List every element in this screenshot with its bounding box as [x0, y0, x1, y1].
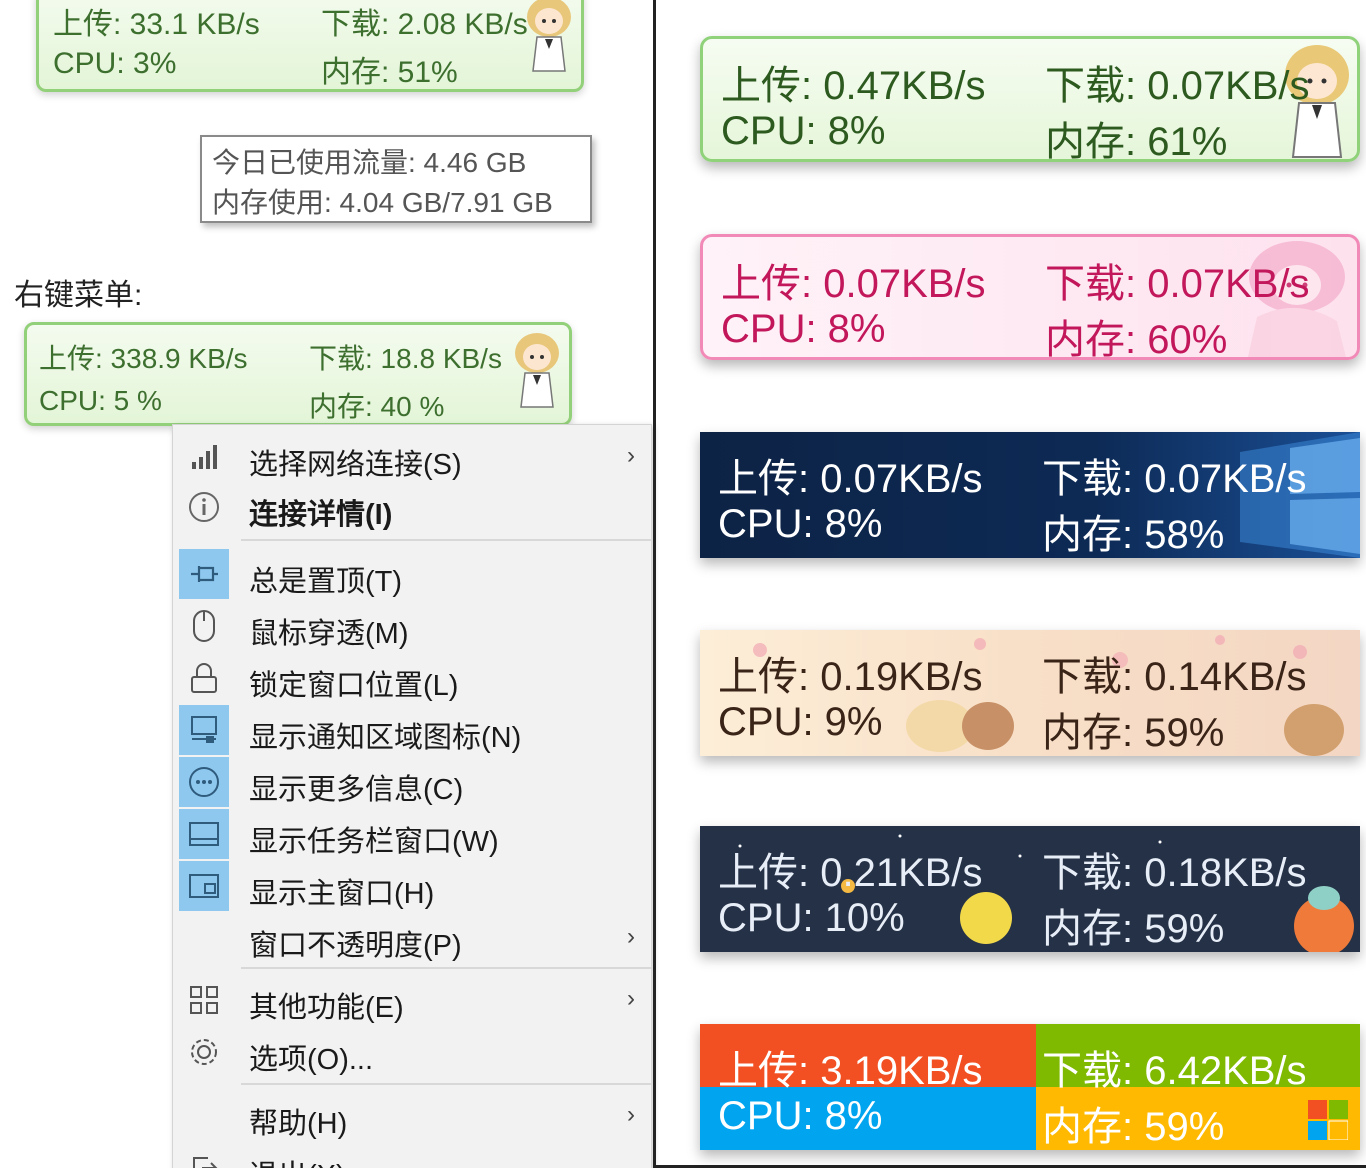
upload-speed: 上传: 0.47KB/s — [721, 64, 986, 108]
menu-item-mouse-through[interactable]: 鼠标穿透(M) — [173, 601, 653, 651]
memory-usage: 内存: 60% — [1045, 318, 1228, 360]
menu-item-label: 显示主窗口(H) — [249, 878, 435, 910]
menu-separator — [241, 539, 651, 541]
memory-usage: 内存: 59% — [1042, 1105, 1225, 1149]
menu-item-always-on-top[interactable]: 总是置顶(T) — [173, 549, 653, 599]
lock-icon — [179, 653, 229, 703]
skin-preview-pink[interactable]: 上传: 0.07KB/s 下载: 0.07KB/s CPU: 8% 内存: 60… — [700, 234, 1360, 360]
menu-item-show-tray-icon[interactable]: 显示通知区域图标(N) — [173, 705, 653, 755]
chevron-right-icon: › — [627, 985, 635, 1012]
menu-item-label: 显示更多信息(C) — [249, 774, 464, 806]
menu-item-label: 锁定窗口位置(L) — [249, 670, 459, 702]
cpu-usage: CPU: 8% — [718, 1094, 883, 1138]
menu-item-show-more-info[interactable]: 显示更多信息(C) — [173, 757, 653, 807]
menu-item-label: 选项(O)... — [249, 1044, 374, 1076]
upload-speed: 上传: 0.07KB/s — [721, 262, 986, 306]
menu-separator — [241, 1083, 651, 1085]
anime-girl-icon — [515, 333, 559, 408]
cpu-usage: CPU: 3% — [53, 47, 177, 80]
menu-item-label: 显示通知区域图标(N) — [249, 722, 522, 754]
upload-speed: 上传: 0.19KB/s — [718, 655, 983, 699]
download-speed: 下载: 2.08 KB/s — [321, 8, 528, 41]
skin-preview-metro[interactable]: 上传: 3.19KB/s 下载: 6.42KB/s CPU: 8% 内存: 59… — [700, 1024, 1360, 1150]
mini-widget-menu[interactable]: 上传: 338.9 KB/s 下载: 18.8 KB/s CPU: 5 % 内存… — [24, 322, 572, 426]
chevron-right-icon: › — [627, 923, 635, 950]
menu-item-opacity[interactable]: 窗口不透明度(P) › — [173, 913, 653, 963]
today-traffic-text: 今日已使用流量: 4.46 GB — [212, 147, 527, 178]
cpu-usage: CPU: 8% — [721, 307, 886, 351]
menu-item-show-taskbar-window[interactable]: 显示任务栏窗口(W) — [173, 809, 653, 859]
gear-icon — [179, 1027, 229, 1077]
menu-separator — [241, 967, 651, 969]
menu-item-select-network[interactable]: 选择网络连接(S) › — [173, 432, 653, 482]
menu-item-label: 其他功能(E) — [249, 992, 404, 1024]
menu-item-show-main-window[interactable]: 显示主窗口(H) — [173, 861, 653, 911]
pin-icon — [179, 549, 229, 599]
memory-usage: 内存: 61% — [1045, 120, 1228, 162]
menu-item-exit[interactable]: 退出(X) — [173, 1143, 653, 1168]
skin-preview-space[interactable]: 上传: 0.21KB/s 下载: 0.18KB/s CPU: 10% 内存: 5… — [700, 826, 1360, 952]
usage-tooltip: 今日已使用流量: 4.46 GB 内存使用: 4.04 GB/7.91 GB — [200, 135, 592, 223]
upload-speed: 上传: 338.9 KB/s — [39, 343, 248, 374]
upload-speed: 上传: 0.07KB/s — [718, 457, 983, 501]
menu-item-options[interactable]: 选项(O)... — [173, 1027, 653, 1077]
menu-item-label: 总是置顶(T) — [249, 566, 403, 598]
grid-icon — [179, 975, 229, 1025]
skin-preview-sakura[interactable]: 上传: 0.19KB/s 下载: 0.14KB/s CPU: 9% 内存: 59… — [700, 630, 1360, 756]
memory-usage: 内存: 59% — [1042, 711, 1225, 755]
more-info-icon — [179, 757, 229, 807]
cpu-usage: CPU: 5 % — [39, 385, 162, 416]
chevron-right-icon: › — [627, 442, 635, 469]
memory-usage-detail-text: 内存使用: 4.04 GB/7.91 GB — [212, 187, 553, 218]
memory-usage: 内存: 51% — [321, 56, 458, 89]
cpu-usage: CPU: 10% — [718, 896, 905, 940]
download-speed: 下载: 6.42KB/s — [1042, 1049, 1307, 1093]
anime-girl-icon — [527, 0, 571, 72]
menu-item-help[interactable]: 帮助(H) › — [173, 1091, 653, 1141]
download-speed: 下载: 18.8 KB/s — [309, 343, 502, 374]
menu-item-label: 显示任务栏窗口(W) — [249, 826, 499, 858]
menu-item-label: 选择网络连接(S) — [249, 449, 462, 481]
menu-item-label: 帮助(H) — [249, 1108, 348, 1140]
info-icon — [179, 482, 229, 532]
signal-bars-icon — [179, 432, 229, 482]
memory-usage: 内存: 59% — [1042, 907, 1225, 951]
upload-speed: 上传: 33.1 KB/s — [53, 8, 260, 41]
exit-icon — [179, 1143, 229, 1168]
skin-preview-windows[interactable]: 上传: 0.07KB/s 下载: 0.07KB/s CPU: 8% 内存: 58… — [700, 432, 1360, 558]
upload-speed: 上传: 3.19KB/s — [718, 1049, 983, 1093]
mini-widget-top[interactable]: 上传: 33.1 KB/s 下载: 2.08 KB/s CPU: 3% 内存: … — [36, 0, 584, 92]
notification-area-icon — [179, 705, 229, 755]
download-speed: 下载: 0.07KB/s — [1045, 64, 1310, 108]
download-speed: 下载: 0.18KB/s — [1042, 851, 1307, 895]
upload-speed: 上传: 0.21KB/s — [718, 851, 983, 895]
menu-item-connection-details[interactable]: 连接详情(I) — [173, 482, 653, 532]
context-menu-heading: 右键菜单: — [14, 279, 143, 312]
chevron-right-icon: › — [627, 1101, 635, 1128]
main-window-icon — [179, 861, 229, 911]
download-speed: 下载: 0.14KB/s — [1042, 655, 1307, 699]
menu-item-label: 退出(X) — [249, 1152, 346, 1168]
cpu-usage: CPU: 8% — [721, 109, 886, 153]
menu-item-lock-position[interactable]: 锁定窗口位置(L) — [173, 653, 653, 703]
download-speed: 下载: 0.07KB/s — [1045, 262, 1310, 306]
menu-item-label: 鼠标穿透(M) — [249, 618, 409, 650]
menu-item-label: 窗口不透明度(P) — [249, 930, 462, 962]
cpu-usage: CPU: 8% — [718, 502, 883, 546]
column-divider — [653, 0, 656, 1168]
memory-usage: 内存: 40 % — [309, 391, 445, 422]
skin-preview-green[interactable]: 上传: 0.47KB/s 下载: 0.07KB/s CPU: 8% 内存: 61… — [700, 36, 1360, 162]
menu-item-other-functions[interactable]: 其他功能(E) › — [173, 975, 653, 1025]
download-speed: 下载: 0.07KB/s — [1042, 457, 1307, 501]
windows-logo-icon — [1308, 1100, 1348, 1140]
context-menu: 选择网络连接(S) › 连接详情(I) 总是置顶(T) 鼠标穿透(M) 锁定窗口… — [172, 424, 652, 1168]
taskbar-window-icon — [179, 809, 229, 859]
mouse-icon — [179, 601, 229, 651]
menu-item-label: 连接详情(I) — [249, 499, 393, 531]
cpu-usage: CPU: 9% — [718, 700, 883, 744]
memory-usage: 内存: 58% — [1042, 513, 1225, 557]
